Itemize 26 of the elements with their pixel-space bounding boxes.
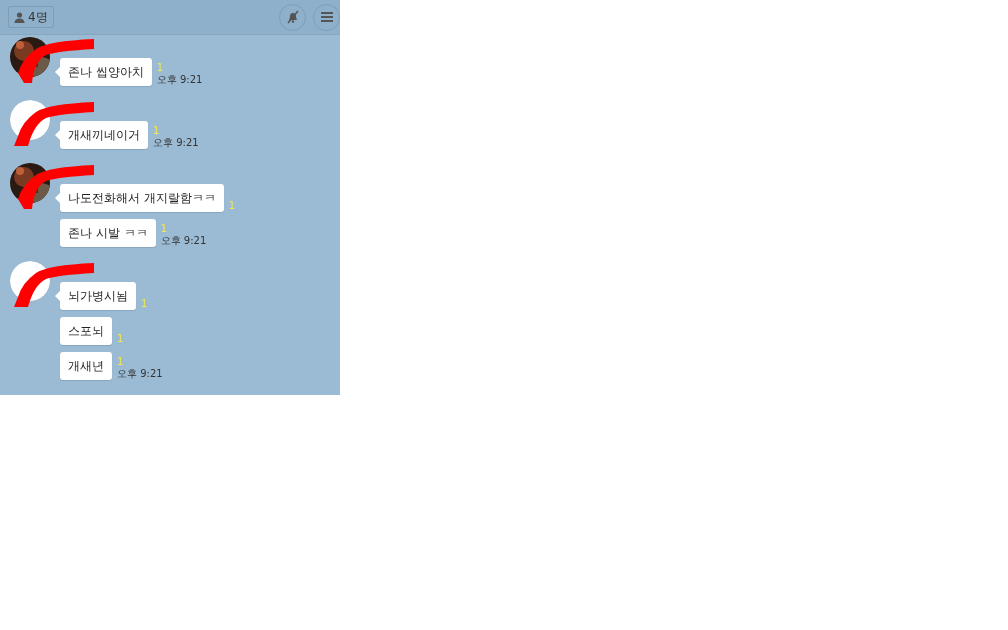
message-bubble: 뇌가병시뇜 <box>60 282 136 310</box>
unread-count: 1 <box>156 62 165 74</box>
unread-count: 1 <box>228 200 236 212</box>
menu-icon <box>320 12 333 22</box>
bubble-tail <box>55 67 60 77</box>
message-bubble: 스포뇌 <box>60 317 112 345</box>
member-count-button[interactable]: 4명 <box>8 6 54 28</box>
unread-count: 1 <box>153 125 161 137</box>
message-time: 오후 9:21 <box>160 235 207 247</box>
message-bubble: 개새끼네이거 <box>60 121 148 149</box>
message-bubble: 개새년 <box>60 352 112 380</box>
unread-count: 1 <box>117 356 125 368</box>
bell-off-icon <box>285 10 300 24</box>
message-bubble: 존나 시발 ㅋㅋ <box>60 219 156 247</box>
message-time: 오후 9:21 <box>117 368 163 380</box>
bubble-tail <box>55 193 60 203</box>
person-icon <box>14 11 25 23</box>
message-bubble: 나도전화해서 개지랄함ㅋㅋ <box>60 184 224 212</box>
message-time: 오후 9:21 <box>156 74 203 86</box>
bubble-tail <box>55 130 60 140</box>
unread-count: 1 <box>117 333 124 345</box>
message-bubble: 존나 씹양아치 <box>60 58 152 86</box>
message-time: 오후 9:21 <box>153 137 199 149</box>
bubble-tail <box>55 291 60 301</box>
unread-count: 1 <box>160 223 168 235</box>
unread-count: 1 <box>141 298 148 310</box>
